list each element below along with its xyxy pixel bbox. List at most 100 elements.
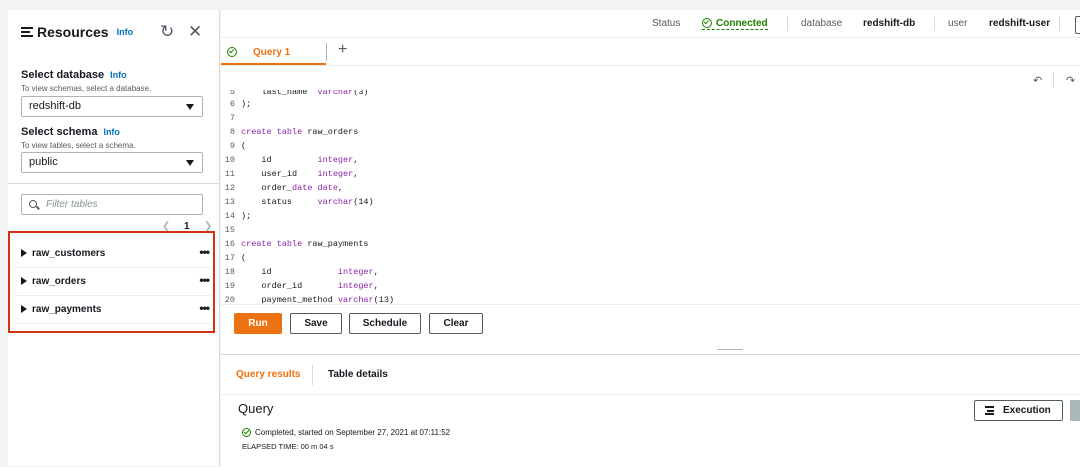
caret-down-icon xyxy=(186,104,194,110)
code-line: 12 order_date date, xyxy=(221,181,1080,195)
database-info-link[interactable]: Info xyxy=(110,70,127,80)
status-label: Status xyxy=(652,18,681,29)
resources-panel: Resources Info ↻ ✕ Select database Info … xyxy=(8,10,220,466)
export-button[interactable] xyxy=(1070,400,1080,421)
completion-status: Completed, started on September 27, 2021… xyxy=(242,428,450,437)
code-text: payment_method varchar(13) xyxy=(241,295,395,305)
line-number: 16 xyxy=(224,239,235,249)
divider xyxy=(787,16,788,31)
tab-label: Query 1 xyxy=(253,47,291,58)
schema-info-link[interactable]: Info xyxy=(103,127,120,137)
code-text: user_id integer, xyxy=(241,169,359,179)
menu-icon[interactable] xyxy=(21,27,33,37)
user-value: redshift-user xyxy=(989,18,1051,29)
line-number: 20 xyxy=(224,295,235,305)
more-actions-icon[interactable]: ••• xyxy=(199,301,210,315)
results-tabs: Query results Table details xyxy=(221,355,1080,395)
divider xyxy=(1053,72,1054,87)
expand-caret-icon[interactable] xyxy=(21,277,27,285)
code-line: 7 xyxy=(221,111,1080,125)
database-value: redshift-db xyxy=(863,18,916,29)
table-row[interactable]: raw_orders ••• xyxy=(15,267,211,296)
check-circle-icon xyxy=(242,428,251,437)
line-number: 12 xyxy=(224,183,235,193)
expand-caret-icon[interactable] xyxy=(21,305,27,313)
select-schema-text: Select schema xyxy=(21,126,98,138)
completion-text: Completed, started on September 27, 2021… xyxy=(255,428,451,437)
code-text: create table raw_payments xyxy=(241,239,369,249)
code-line: 18 id integer, xyxy=(221,265,1080,279)
add-tab-icon[interactable]: + xyxy=(338,41,347,59)
code-line: 9( xyxy=(221,139,1080,153)
run-button[interactable]: Run xyxy=(234,313,282,334)
close-icon[interactable]: ✕ xyxy=(188,23,202,41)
table-row[interactable]: raw_customers ••• xyxy=(15,239,211,268)
line-number: 17 xyxy=(224,253,235,263)
execution-label: Execution xyxy=(1003,405,1051,416)
schedule-button[interactable]: Schedule xyxy=(349,313,421,334)
divider xyxy=(326,43,327,61)
panel-title: Resources Info xyxy=(21,24,133,40)
line-number: 9 xyxy=(229,141,235,151)
check-circle-icon xyxy=(227,47,237,57)
code-text: id integer, xyxy=(241,155,359,165)
status-value: Connected xyxy=(716,18,768,29)
filter-tables-input[interactable]: Filter tables xyxy=(21,194,203,215)
line-number: 6 xyxy=(229,99,235,109)
panel-title-text: Resources xyxy=(37,24,109,40)
refresh-icon[interactable]: ↻ xyxy=(160,23,174,41)
tab-table-details[interactable]: Table details xyxy=(328,369,388,380)
line-number: 11 xyxy=(224,169,235,179)
query-tabs: Query 1 + xyxy=(221,38,1080,66)
code-line: 11 user_id integer, xyxy=(221,167,1080,181)
line-number: 13 xyxy=(224,197,235,207)
caret-down-icon xyxy=(186,160,194,166)
code-text: id integer, xyxy=(241,267,379,277)
line-number: 7 xyxy=(229,113,235,123)
tab-query-1[interactable]: Query 1 xyxy=(221,38,326,65)
table-name: raw_orders xyxy=(32,275,86,287)
query-heading: Query xyxy=(238,401,274,416)
database-select[interactable]: redshift-db xyxy=(21,96,203,117)
status-badge[interactable]: Connected xyxy=(702,18,768,30)
clear-button[interactable]: Clear xyxy=(429,313,483,334)
select-database-label: Select database Info xyxy=(21,69,127,81)
schema-select[interactable]: public xyxy=(21,152,203,173)
sql-editor[interactable]: 5 last_name varchar(3) 6); 7 8 create tab… xyxy=(221,90,1080,305)
user-label: user xyxy=(948,18,968,29)
execution-button[interactable]: Execution xyxy=(974,400,1063,421)
select-database-text: Select database xyxy=(21,69,105,81)
line-number: 10 xyxy=(224,155,235,165)
save-button[interactable]: Save xyxy=(290,313,342,334)
code-text: ( xyxy=(241,253,247,263)
settings-button[interactable] xyxy=(1075,16,1080,34)
more-actions-icon[interactable]: ••• xyxy=(199,245,210,259)
code-line: 17 ( xyxy=(221,251,1080,265)
line-number: 8 xyxy=(229,127,235,137)
info-link[interactable]: Info xyxy=(117,27,134,37)
results-section: Query results Table details Query Comple… xyxy=(221,354,1080,467)
select-schema-label: Select schema Info xyxy=(21,126,120,138)
divider xyxy=(1059,16,1060,31)
tab-query-results[interactable]: Query results xyxy=(236,369,300,380)
more-actions-icon[interactable]: ••• xyxy=(199,273,210,287)
code-text: create table raw_orders xyxy=(241,127,359,137)
code-line: 13 status varchar(14) xyxy=(221,195,1080,209)
code-text: order_date date, xyxy=(241,183,344,193)
schema-hint: To view tables, select a schema. xyxy=(21,141,136,150)
code-line: 14); xyxy=(221,209,1080,223)
code-line: 16 create table raw_payments xyxy=(221,237,1080,251)
schema-select-value: public xyxy=(29,156,58,168)
line-number: 15 xyxy=(224,225,235,235)
code-text: order_id integer, xyxy=(241,281,379,291)
code-text: ( xyxy=(241,141,247,151)
divider xyxy=(8,183,219,184)
table-row[interactable]: raw_payments ••• xyxy=(15,295,211,324)
redo-icon[interactable]: ↷ xyxy=(1066,74,1075,87)
search-icon xyxy=(29,200,37,208)
undo-icon[interactable]: ↶ xyxy=(1033,74,1042,87)
code-text: ); xyxy=(241,211,252,221)
elapsed-time: ELAPSED TIME: 00 m 04 s xyxy=(242,442,334,451)
filter-placeholder: Filter tables xyxy=(46,199,98,210)
expand-caret-icon[interactable] xyxy=(21,249,27,257)
